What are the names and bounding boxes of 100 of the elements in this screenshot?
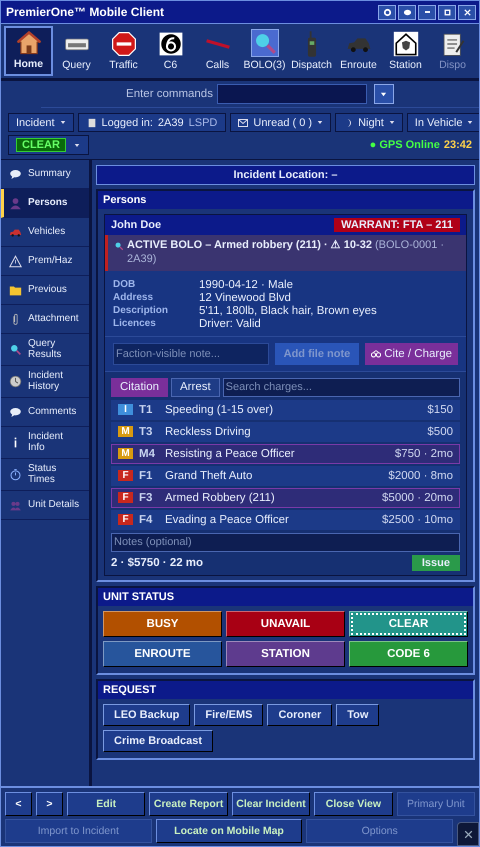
request-button[interactable]: LEO Backup: [103, 704, 190, 726]
detail-label: Address: [113, 292, 154, 304]
close-button[interactable]: [458, 4, 476, 20]
class-tag: F: [118, 492, 133, 503]
detail-value: 5'11, 180lb, Black hair, Brown eyes: [199, 304, 378, 316]
charge-penalty: $2500 · 10mo: [382, 514, 453, 526]
request-button[interactable]: Coroner: [267, 704, 332, 726]
charge-penalty: $500: [427, 426, 453, 438]
close-button[interactable]: [457, 822, 479, 846]
class-tag: M: [118, 448, 133, 459]
status-button[interactable]: BUSY: [103, 610, 222, 636]
caret-icon: [74, 142, 80, 148]
settings-icon: [382, 8, 392, 16]
toolbar-button[interactable]: Home: [4, 26, 53, 76]
charge-name: Evading a Peace Officer: [165, 514, 290, 526]
charge-penalty: $750 · 2mo: [394, 448, 453, 460]
detail-label: Description: [113, 304, 170, 316]
person-icon: [9, 196, 22, 210]
charge-code: F3: [139, 492, 154, 504]
panel-header: REQUEST: [98, 680, 473, 698]
request-button[interactable]: Crime Broadcast: [103, 730, 214, 752]
unread-dropdown[interactable]: Unread ( 0 ): [230, 113, 332, 132]
charge-name: Resisting a Peace Officer: [165, 448, 296, 460]
footer-button[interactable]: Locate on Mobile Map: [156, 819, 302, 843]
detail-value: 1990-04-12 · Male: [199, 278, 294, 290]
note-field[interactable]: Faction-visible note...: [113, 342, 269, 364]
incident-dropdown[interactable]: Incident: [8, 113, 74, 132]
status-indicator: CLEAR: [16, 138, 66, 152]
mode-dropdown[interactable]: In Vehicle: [406, 113, 479, 132]
footer-button[interactable]: Create Report: [149, 792, 228, 816]
caret-icon: [317, 120, 324, 125]
toolbar-button[interactable]: Query: [53, 26, 100, 76]
request-button[interactable]: Tow: [336, 704, 380, 726]
caret-icon: [467, 120, 474, 125]
toolbar-button[interactable]: Calls: [194, 26, 241, 76]
charge-summary: 2 · $5750 · 22 mo: [111, 556, 204, 568]
caret-icon: [380, 90, 388, 98]
cite-button[interactable]: Cite / Charge: [365, 342, 458, 364]
class-tag: F: [118, 470, 133, 481]
footer-button[interactable]: <: [5, 792, 32, 816]
footer-button[interactable]: >: [36, 792, 63, 816]
charge-row[interactable]: F F1 Grand Theft Auto $2000 · 8mo: [111, 466, 460, 486]
command-input[interactable]: [216, 84, 367, 104]
panel-header: UNIT STATUS: [98, 588, 473, 606]
toggle-button[interactable]: [398, 4, 416, 20]
incident-location-bar: Incident Location: –: [96, 165, 475, 185]
detail-label: DOB: [113, 278, 136, 290]
gps-status: ● GPS Online: [370, 139, 440, 151]
speech-bubble-icon: [9, 168, 22, 180]
detail-label: Licences: [113, 318, 157, 330]
charge-row[interactable]: F F4 Evading a Peace Officer $2500 · 10mo: [111, 510, 460, 530]
maximize-button[interactable]: [438, 4, 456, 20]
radio-icon: [306, 31, 316, 57]
status-button[interactable]: ENROUTE: [103, 640, 222, 666]
charge-row[interactable]: I T1 Speeding (1-15 over) $150: [111, 400, 460, 420]
charge-name: Speeding (1-15 over): [165, 404, 274, 416]
stopwatch-icon: [9, 468, 22, 481]
status-button[interactable]: UNAVAIL: [226, 610, 345, 636]
settings-button[interactable]: [378, 4, 396, 20]
footer-button[interactable]: Edit: [67, 792, 146, 816]
warning-icon: [9, 254, 22, 268]
status-button[interactable]: CODE 6: [349, 640, 468, 666]
clock-icon: [9, 375, 22, 388]
charge-tab[interactable]: Arrest: [171, 378, 220, 396]
minimize-button[interactable]: [418, 4, 436, 20]
dropdown-button[interactable]: [374, 84, 394, 104]
notes-field[interactable]: Notes (optional): [111, 532, 460, 552]
request-button[interactable]: Fire/EMS: [194, 704, 264, 726]
badge-house-icon: [392, 31, 418, 57]
clock-time: 23:42: [444, 139, 472, 151]
toolbar-button[interactable]: Station: [382, 26, 429, 76]
charge-penalty: $150: [427, 404, 453, 416]
toolbar-button[interactable]: Dispatch: [288, 26, 335, 76]
status-dropdown[interactable]: CLEAR: [8, 135, 89, 155]
toolbar-button[interactable]: BOLO(3): [241, 26, 288, 76]
toolbar-button[interactable]: C6: [147, 26, 194, 76]
theme-dropdown[interactable]: Night: [335, 113, 403, 132]
charge-penalty: $2000 · 8mo: [388, 470, 453, 482]
charge-row[interactable]: M M4 Resisting a Peace Officer $750 · 2mo: [111, 444, 460, 464]
charge-name: Armed Robbery (211): [165, 492, 276, 504]
charge-code: F1: [139, 470, 154, 482]
charge-row[interactable]: F F3 Armed Robbery (211) $5000 · 20mo: [111, 488, 460, 508]
house-icon: [16, 30, 42, 56]
stop-sign-icon: [110, 31, 136, 57]
sidebar-item[interactable]: Persons: [1, 189, 89, 218]
charge-tab[interactable]: Citation: [111, 378, 168, 396]
toolbar-button[interactable]: Traffic: [100, 26, 147, 76]
footer-button[interactable]: Clear Incident: [232, 792, 310, 816]
handcuffs-icon: [371, 348, 382, 358]
class-tag: M: [118, 426, 133, 437]
status-button[interactable]: STATION: [226, 640, 345, 666]
unit-id: 2A39: [158, 116, 184, 128]
search-icon: [250, 29, 278, 57]
close-icon: [462, 8, 472, 16]
charge-row[interactable]: M T3 Reckless Driving $500: [111, 422, 460, 442]
footer-button[interactable]: Close View: [314, 792, 393, 816]
status-button[interactable]: CLEAR: [349, 610, 468, 636]
toolbar-button[interactable]: Enroute: [335, 26, 382, 76]
warrant-badge: WARRANT: FTA – 211: [334, 218, 460, 232]
charge-search-field[interactable]: Search charges...: [222, 378, 460, 396]
